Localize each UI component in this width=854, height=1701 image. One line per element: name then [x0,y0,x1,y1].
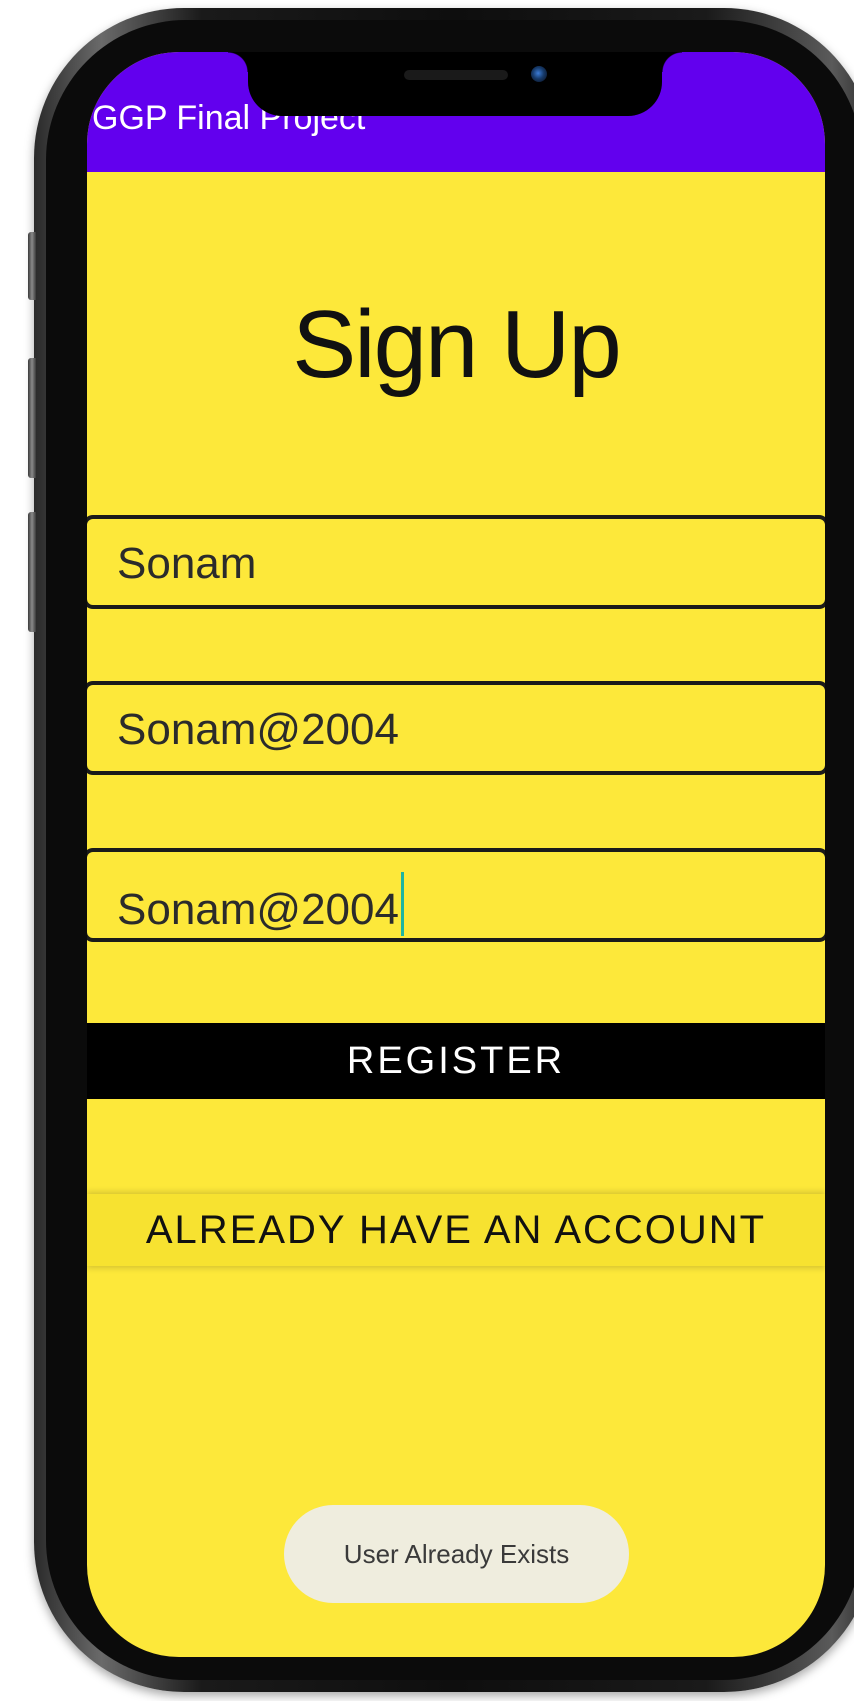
toast-message: User Already Exists [284,1505,629,1603]
text-cursor [400,872,404,936]
earpiece-speaker [404,70,508,80]
confirm-password-wrapper: Sonam@2004 [117,872,404,936]
username-value: Sonam [117,539,257,588]
notch [228,52,682,116]
confirm-password-value: Sonam@2004 [117,885,399,934]
volume-down-button [28,512,36,632]
phone-screen: GGP Final Project Sign Up Sonam Sonam@20… [87,52,825,1657]
username-field[interactable]: Sonam [87,515,825,609]
already-have-account-button[interactable]: ALREADY HAVE AN ACCOUNT [87,1194,825,1266]
confirm-password-field[interactable]: Sonam@2004 [87,848,825,942]
mute-switch [28,232,36,300]
front-camera-icon [531,66,547,82]
password-field[interactable]: Sonam@2004 [87,681,825,775]
page-title: Sign Up [292,291,622,398]
register-button[interactable]: REGISTER [87,1023,825,1099]
password-value: Sonam@2004 [117,705,399,754]
volume-up-button [28,358,36,478]
